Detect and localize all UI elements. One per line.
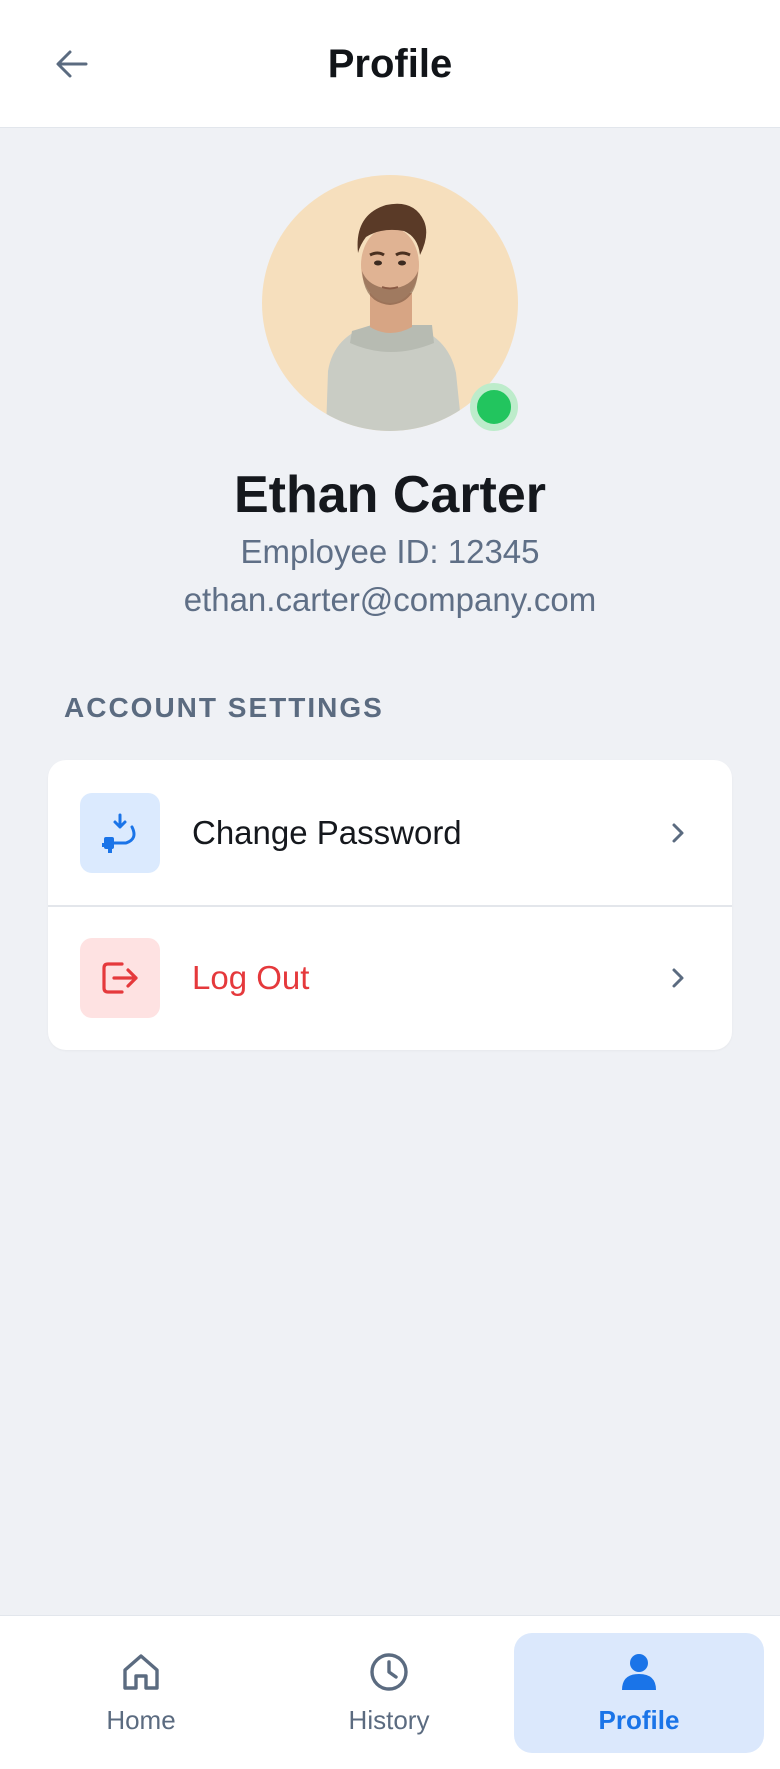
clock-icon bbox=[370, 1653, 408, 1691]
profile-email: ethan.carter@company.com bbox=[183, 581, 597, 618]
nav-home-label: Home bbox=[106, 1705, 176, 1735]
chevron-right-icon bbox=[666, 966, 690, 990]
log-out-label: Log Out bbox=[192, 958, 310, 996]
chevron-right-icon bbox=[666, 821, 690, 845]
top-app-bar: Profile bbox=[0, 0, 780, 128]
nav-profile[interactable]: Profile bbox=[514, 1633, 764, 1753]
profile-name: Ethan Carter bbox=[233, 466, 547, 524]
home-icon bbox=[123, 1654, 159, 1690]
profile-avatar bbox=[262, 175, 518, 431]
nav-history[interactable]: History bbox=[264, 1633, 514, 1753]
change-password-row[interactable]: Change Password bbox=[48, 760, 732, 907]
key-icon bbox=[80, 792, 160, 873]
nav-history-label: History bbox=[348, 1705, 430, 1735]
logout-icon bbox=[80, 937, 160, 1018]
online-status-indicator bbox=[470, 383, 518, 431]
account-settings-card: Change Password Log Out bbox=[48, 760, 732, 1050]
log-out-row[interactable]: Log Out bbox=[48, 905, 732, 1050]
person-icon bbox=[622, 1654, 656, 1690]
employee-id: Employee ID: 12345 bbox=[240, 533, 540, 570]
change-password-label: Change Password bbox=[192, 813, 462, 851]
page-title: Profile bbox=[327, 42, 453, 86]
nav-profile-label: Profile bbox=[598, 1705, 680, 1735]
bottom-navigation: Home History Profile bbox=[0, 1615, 780, 1769]
section-title-account-settings: ACCOUNT SETTINGS bbox=[64, 692, 384, 723]
nav-home[interactable]: Home bbox=[16, 1633, 266, 1753]
